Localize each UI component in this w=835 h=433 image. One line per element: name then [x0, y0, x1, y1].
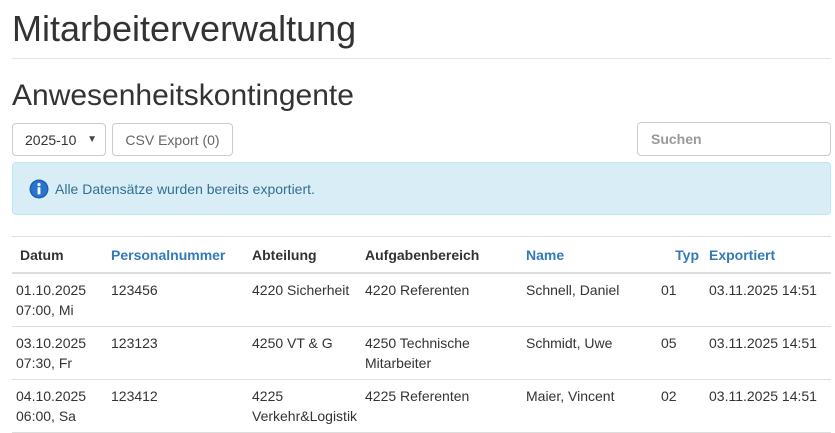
cell-date: 01.10.2025	[16, 282, 87, 298]
cell-aufgabenbereich: 4250 Technische Mitarbeiter	[361, 326, 522, 380]
cell-aufgabenbereich: 4220 Referenten	[361, 273, 522, 327]
column-header-aufgabenbereich: Aufgabenbereich	[361, 236, 522, 274]
cell-datum: 03.10.2025 07:30, Fr	[12, 326, 107, 380]
csv-export-button[interactable]: CSV Export (0)	[112, 123, 233, 156]
cell-exportiert: 03.11.2025 14:51	[705, 326, 831, 380]
section-title: Anwesenheitskontingente	[12, 79, 354, 112]
cell-exportiert: 03.11.2025 14:51	[705, 273, 831, 327]
cell-personalnummer: 123123	[107, 326, 248, 380]
cell-abteilung: 4220 Sicherheit	[248, 273, 361, 327]
page-title: Mitarbeiterverwaltung	[12, 8, 357, 49]
cell-typ: 02	[657, 379, 705, 433]
info-alert: Alle Datensätze wurden bereits exportier…	[12, 162, 831, 215]
month-select-value: 2025-10	[25, 131, 77, 148]
cell-time: 07:00, Mi	[16, 302, 74, 318]
column-header-abteilung: Abteilung	[248, 236, 361, 274]
cell-name: Maier, Vincent	[522, 379, 657, 433]
cell-exportiert: 03.11.2025 14:51	[705, 379, 831, 433]
search-input[interactable]	[637, 122, 831, 156]
column-header-typ[interactable]: Typ	[657, 236, 705, 274]
column-header-datum: Datum	[12, 236, 107, 274]
cell-date: 03.10.2025	[16, 335, 87, 351]
cell-datum: 01.10.2025 07:00, Mi	[12, 273, 107, 327]
table-row: 04.10.2025 06:00, Sa 123412 4225 Verkehr&…	[12, 379, 831, 433]
info-icon	[29, 179, 49, 199]
cell-aufgabenbereich: 4225 Referenten	[361, 379, 522, 433]
cell-typ: 05	[657, 326, 705, 380]
column-header-name[interactable]: Name	[522, 236, 657, 274]
cell-name: Schnell, Daniel	[522, 273, 657, 327]
cell-abteilung: 4225 Verkehr&Logistik	[248, 379, 361, 433]
cell-personalnummer: 123456	[107, 273, 248, 327]
table-row: 01.10.2025 07:00, Mi 123456 4220 Sicherhe…	[12, 273, 831, 327]
title-divider	[12, 58, 831, 59]
table-row: 03.10.2025 07:30, Fr 123123 4250 VT & G 4…	[12, 326, 831, 380]
cell-date: 04.10.2025	[16, 388, 87, 404]
cell-datum: 04.10.2025 06:00, Sa	[12, 379, 107, 433]
cell-typ: 01	[657, 273, 705, 327]
column-header-exportiert[interactable]: Exportiert	[705, 236, 831, 274]
cell-personalnummer: 123412	[107, 379, 248, 433]
cell-time: 07:30, Fr	[16, 355, 73, 371]
alert-message: Alle Datensätze wurden bereits exportier…	[55, 180, 315, 197]
table-header-row: Datum Personalnummer Abteilung Aufgabenb…	[12, 236, 831, 274]
chevron-down-icon: ▼	[87, 134, 97, 145]
column-header-personalnummer[interactable]: Personalnummer	[107, 236, 248, 274]
cell-abteilung: 4250 VT & G	[248, 326, 361, 380]
month-select[interactable]: 2025-10 ▼	[12, 123, 106, 156]
attendance-table: Datum Personalnummer Abteilung Aufgabenb…	[12, 236, 831, 433]
cell-name: Schmidt, Uwe	[522, 326, 657, 380]
